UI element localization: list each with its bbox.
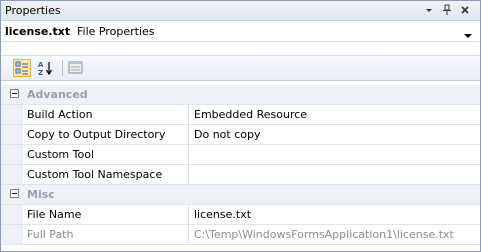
properties-window: Properties license.txt File Properties A… [0, 0, 481, 252]
property-name: Copy to Output Directory [27, 128, 166, 141]
property-value: C:\Temp\WindowsFormsApplication1\license… [194, 228, 454, 241]
category-label: Advanced [27, 88, 88, 101]
property-row-full-path[interactable]: Full Path C:\Temp\WindowsFormsApplicatio… [1, 225, 480, 245]
properties-toolbar: A Z [1, 55, 480, 81]
category-row-advanced[interactable]: Advanced [1, 85, 480, 105]
svg-text:Z: Z [38, 69, 43, 77]
pin-icon[interactable] [441, 4, 453, 16]
property-name: Full Path [27, 228, 74, 241]
property-name: Custom Tool Namespace [27, 168, 163, 181]
category-label: Misc [27, 188, 55, 201]
alphabetical-icon[interactable]: A Z [37, 59, 55, 77]
categorized-icon[interactable] [13, 59, 31, 77]
property-grid: Advanced Build Action Embedded Resource … [1, 85, 480, 245]
window-title: Properties [5, 4, 61, 17]
toolbar-separator [62, 60, 63, 76]
property-value[interactable]: license.txt [194, 208, 251, 221]
collapse-toggle-icon[interactable] [10, 89, 19, 98]
property-value[interactable]: Embedded Resource [194, 108, 307, 121]
property-row-copy-to-output[interactable]: Copy to Output Directory Do not copy [1, 125, 480, 145]
property-row-build-action[interactable]: Build Action Embedded Resource [1, 105, 480, 125]
category-row-misc[interactable]: Misc [1, 185, 480, 205]
object-type: File Properties [77, 25, 155, 38]
property-value[interactable]: Do not copy [194, 128, 260, 141]
property-pages-icon[interactable] [67, 59, 85, 77]
property-row-custom-tool[interactable]: Custom Tool [1, 145, 480, 165]
property-name: Custom Tool [27, 148, 95, 161]
property-row-file-name[interactable]: File Name license.txt [1, 205, 480, 225]
collapse-toggle-icon[interactable] [10, 189, 19, 198]
svg-text:A: A [38, 61, 44, 69]
close-icon[interactable] [459, 4, 471, 16]
property-name: File Name [27, 208, 82, 221]
title-bar[interactable]: Properties [1, 1, 480, 21]
window-menu-dropdown-icon[interactable] [423, 4, 435, 16]
property-row-custom-tool-namespace[interactable]: Custom Tool Namespace [1, 165, 480, 185]
property-name: Build Action [27, 108, 93, 121]
object-selector[interactable]: license.txt File Properties [1, 21, 480, 42]
object-name: license.txt [5, 25, 71, 38]
chevron-down-icon[interactable] [464, 29, 472, 42]
